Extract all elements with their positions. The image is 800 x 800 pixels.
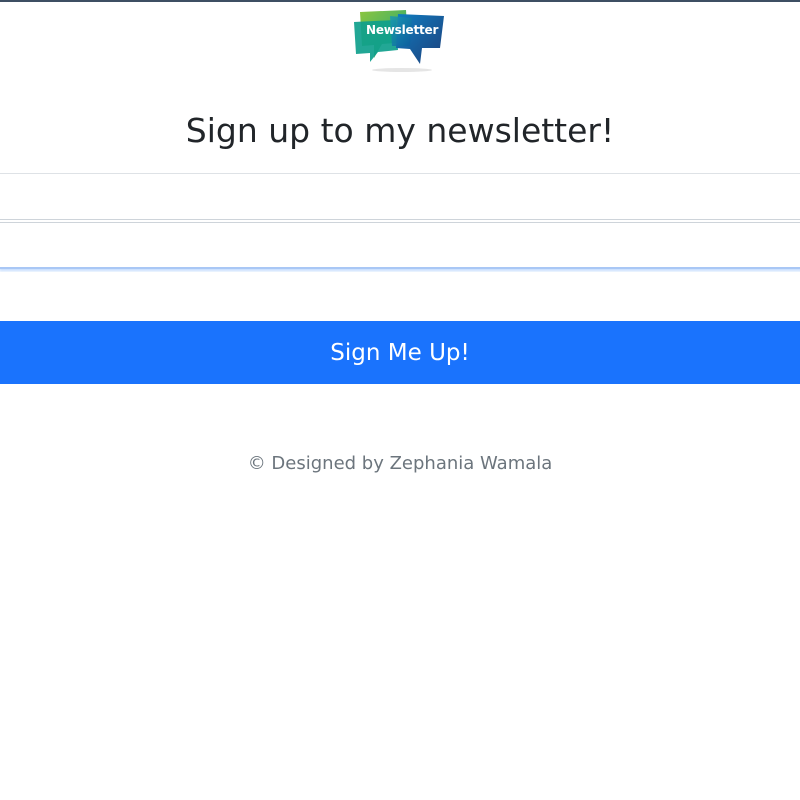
newsletter-logo: Newsletter — [350, 8, 450, 74]
logo-text: Newsletter — [366, 23, 439, 37]
speech-bubbles-icon — [354, 10, 444, 72]
email-field[interactable] — [0, 272, 800, 319]
footer-credit: © Designed by Zephania Wamala — [247, 453, 553, 474]
page-title: Sign up to my newsletter! — [185, 111, 615, 150]
sign-up-button[interactable]: Sign Me Up! — [0, 321, 800, 384]
window-top-border — [0, 0, 800, 2]
last-name-field[interactable] — [0, 222, 800, 269]
first-name-field[interactable] — [0, 173, 800, 220]
